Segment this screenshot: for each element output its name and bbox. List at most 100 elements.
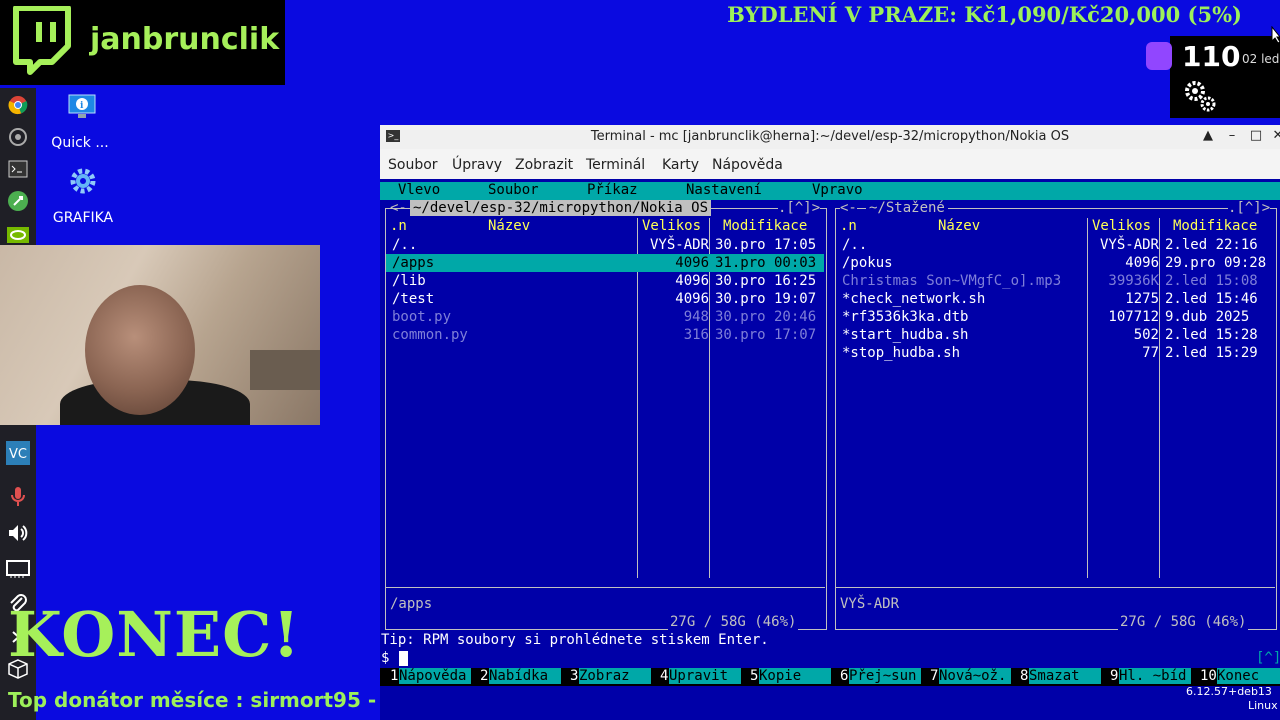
file-modified: 30.pro 20:46 <box>715 309 817 325</box>
menu-napoveda[interactable]: Nápověda <box>712 157 783 173</box>
file-row[interactable]: *check_network.sh 1275 2.led 15:46 <box>836 290 1274 308</box>
command-history-button[interactable]: [^] <box>1256 650 1280 666</box>
file-row[interactable]: *start_hudba.sh 502 2.led 15:28 <box>836 326 1274 344</box>
mc-menu-vpravo[interactable]: Vpravo <box>812 182 863 198</box>
quick-desktop-icon[interactable]: i <box>68 94 96 124</box>
fkey-3-zobraz[interactable]: Zobraz <box>579 668 651 684</box>
mc-menubar: Vlevo Soubor Příkaz Nastavení Vpravo <box>380 182 1280 200</box>
fkey-2-number: 2 <box>480 668 489 684</box>
file-row[interactable]: *rf3536k3ka.dtb 107712 9.dub 2025 <box>836 308 1274 326</box>
network-icon[interactable] <box>5 556 31 582</box>
fkey-6-number: 6 <box>840 668 849 684</box>
fkey-5-kopie[interactable]: Kopie <box>759 668 831 684</box>
menu-zobrazit[interactable]: Zobrazit <box>515 157 573 173</box>
file-name: /apps <box>392 255 435 271</box>
fkey-4-upravit[interactable]: Upravit <box>669 668 741 684</box>
fkey-4-number: 4 <box>660 668 669 684</box>
maximize-icon[interactable]: □ <box>1249 128 1263 143</box>
file-modified: 2.led 15:08 <box>1165 273 1258 289</box>
left-disk-usage: 27G / 58G (46%) <box>668 614 799 630</box>
menu-upravy[interactable]: Úpravy <box>452 157 502 173</box>
mc-menu-nastaveni[interactable]: Nastavení <box>686 182 762 198</box>
right-col-mod[interactable]: Modifikace <box>1173 218 1257 234</box>
vscode-icon[interactable]: VC <box>5 440 31 466</box>
mouse-cursor-icon <box>1271 26 1280 44</box>
grafika-desktop-icon[interactable] <box>70 168 96 198</box>
right-panel-corner-right[interactable]: .[^]> <box>1228 200 1271 216</box>
chrome-icon[interactable] <box>5 92 31 118</box>
file-row[interactable]: boot.py 948 30.pro 20:46 <box>386 308 824 326</box>
mc-menu-prikaz[interactable]: Příkaz <box>587 182 638 198</box>
fkey-1-number: 1 <box>390 668 399 684</box>
terminal-window[interactable]: >_ Terminal - mc [janbrunclik@herna]:~/d… <box>380 125 1280 720</box>
file-row[interactable]: Christmas Son~VMgfC_o].mp3 39936K 2.led 15… <box>836 272 1274 290</box>
file-size: 4096 <box>675 273 709 289</box>
mc-menu-soubor[interactable]: Soubor <box>488 182 539 198</box>
terminal-menubar: Soubor Úpravy Zobrazit Terminál Karty Ná… <box>380 149 1280 179</box>
fkey-5-number: 5 <box>750 668 759 684</box>
right-col-size[interactable]: Velikos <box>1092 218 1151 234</box>
mc-menu-vlevo[interactable]: Vlevo <box>398 182 440 198</box>
file-name: /lib <box>392 273 426 289</box>
left-col-name[interactable]: Název <box>488 218 530 234</box>
left-panel-corner-right[interactable]: .[^]> <box>778 200 821 216</box>
file-modified: 30.pro 19:07 <box>715 291 817 307</box>
channel-name: janbrunclik <box>90 22 280 57</box>
gear-icon <box>70 168 96 194</box>
fkey-9-hlavni-nabidka[interactable]: Hl. ~bíd <box>1119 668 1191 684</box>
menu-karty[interactable]: Karty <box>662 157 699 173</box>
fkey-7-nova-slozka[interactable]: Nová~ož. <box>939 668 1011 684</box>
right-panel-corner-left[interactable]: <- <box>840 200 857 216</box>
file-row[interactable]: *stop_hudba.sh 77 2.led 15:29 <box>836 344 1274 362</box>
fkey-8-smazat[interactable]: Smazat <box>1029 668 1101 684</box>
file-modified: 2.led 22:16 <box>1165 237 1258 253</box>
file-row[interactable]: /apps 4096 31.pro 00:03 <box>386 254 824 272</box>
close-icon[interactable]: ✕ <box>1271 128 1280 143</box>
file-name: /test <box>392 291 435 307</box>
file-name: /.. <box>842 237 868 253</box>
left-panel-corner-left[interactable]: <- <box>390 200 407 216</box>
terminal-icon[interactable] <box>5 156 31 182</box>
webcam-person-head <box>85 285 195 415</box>
command-line-input[interactable] <box>399 651 408 666</box>
mc-tip-line: Tip: RPM soubory si prohlédnete stiskem … <box>381 632 769 648</box>
fkey-2-nabidka[interactable]: Nabídka <box>489 668 561 684</box>
right-status-divider <box>836 587 1275 588</box>
webcam-background-shelf <box>250 350 320 390</box>
gears-icon <box>1185 81 1216 112</box>
file-name: *rf3536k3ka.dtb <box>842 309 969 325</box>
function-key-bar: 1 Nápověda 2 Nabídka 3 Zobraz 4 Upravit … <box>380 668 1280 686</box>
file-row[interactable]: /test 4096 30.pro 19:07 <box>386 290 824 308</box>
fkey-1-napoveda[interactable]: Nápověda <box>399 668 471 684</box>
file-row[interactable]: /pokus 4096 29.pro 09:28 <box>836 254 1274 272</box>
file-modified: 29.pro 09:28 <box>1165 255 1267 271</box>
keep-above-icon[interactable]: ▲ <box>1201 128 1215 143</box>
chromium-icon[interactable] <box>5 124 31 150</box>
file-row[interactable]: common.py 316 30.pro 17:07 <box>386 326 824 344</box>
rocket-icon[interactable] <box>5 188 31 214</box>
file-row[interactable]: /lib 4096 30.pro 16:25 <box>386 272 824 290</box>
right-col-n[interactable]: .n <box>840 218 857 234</box>
left-col-size[interactable]: Velikos <box>642 218 701 234</box>
right-col-name[interactable]: Název <box>938 218 980 234</box>
fkey-10-konec[interactable]: Konec <box>1217 668 1280 684</box>
file-size: 77 <box>1142 345 1159 361</box>
file-modified: 30.pro 16:25 <box>715 273 817 289</box>
file-name: *check_network.sh <box>842 291 986 307</box>
left-col-n[interactable]: .n <box>390 218 407 234</box>
terminal-titlebar[interactable]: >_ Terminal - mc [janbrunclik@herna]:~/d… <box>380 125 1280 149</box>
svg-text:VC: VC <box>9 447 27 462</box>
volume-icon[interactable] <box>5 520 31 546</box>
left-status-line: /apps <box>390 596 433 612</box>
webcam-feed <box>0 245 320 425</box>
file-size: 107712 <box>1108 309 1159 325</box>
left-col-mod[interactable]: Modifikace <box>723 218 807 234</box>
menu-terminal[interactable]: Terminál <box>586 157 645 173</box>
file-row[interactable]: /.. VYŠ-ADR 2.led 22:16 <box>836 236 1274 254</box>
fkey-6-presun[interactable]: Přej~sun <box>849 668 921 684</box>
file-size: 4096 <box>675 255 709 271</box>
minimize-icon[interactable]: – <box>1225 128 1239 143</box>
microphone-icon[interactable] <box>5 484 31 510</box>
menu-soubor[interactable]: Soubor <box>388 157 438 173</box>
file-row[interactable]: /.. VYŠ-ADR 30.pro 17:05 <box>386 236 824 254</box>
